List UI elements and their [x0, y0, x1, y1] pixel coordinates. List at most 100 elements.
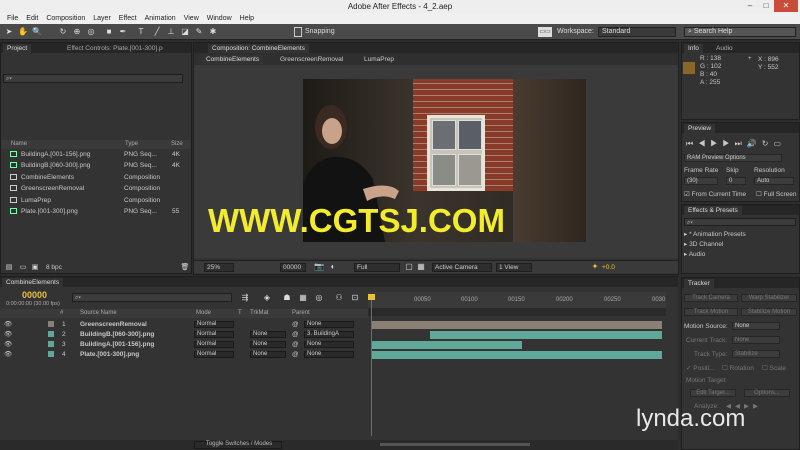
exposure-icon[interactable]: ✦ — [590, 262, 600, 272]
minimize-icon[interactable]: – — [742, 0, 758, 12]
snapshot-icon[interactable]: 📷 — [314, 262, 324, 272]
tab-timeline-combineelements[interactable]: CombineElements — [2, 278, 64, 287]
current-track-dropdown[interactable]: None — [732, 336, 780, 344]
layer-source-name[interactable]: GreenscreenRemoval — [80, 321, 147, 328]
layer-track-bar[interactable] — [430, 331, 662, 339]
timeline-layer-row[interactable]: 👁 4 Plate.[001-300].png Normal None @ No… — [0, 350, 368, 359]
current-time-indicator[interactable] — [371, 296, 372, 436]
pan-behind-tool-icon[interactable]: ◎ — [86, 27, 96, 37]
column-size[interactable]: Size — [171, 141, 183, 147]
layer-label-color[interactable] — [48, 331, 54, 337]
stabilize-motion-button[interactable]: Stabilize Motion — [741, 308, 797, 316]
edit-target-button[interactable]: Edit Target... — [690, 389, 736, 397]
effects-search-input[interactable]: ⌕▾ — [684, 218, 796, 226]
full-screen-checkbox[interactable]: ☐ Full Screen — [756, 190, 797, 198]
skip-dropdown[interactable]: 0 — [726, 177, 746, 185]
composition-mini-flowchart-icon[interactable]: ⇶ — [240, 293, 250, 303]
brainstorm-icon[interactable]: ⚇ — [334, 293, 344, 303]
layer-track-bar[interactable] — [372, 341, 522, 349]
timeline-layer-row[interactable]: 👁 3 BuildingA.[001-156].png Normal None … — [0, 340, 368, 349]
draft-3d-icon[interactable]: ◈ — [262, 293, 272, 303]
interpret-footage-icon[interactable]: ▤ — [4, 263, 14, 273]
options-button[interactable]: Options... — [744, 389, 790, 397]
timeline-layer-row[interactable]: 👁 1 GreenscreenRemoval Normal @ None — [0, 320, 368, 329]
column-type[interactable]: Type — [125, 141, 138, 147]
layer-source-name[interactable]: BuildingB.[060-300].png — [80, 331, 154, 338]
menu-file[interactable]: File — [3, 13, 22, 24]
subtab-lumaprep[interactable]: LumaPrep — [360, 55, 398, 64]
subtab-greenscreenremoval[interactable]: GreenscreenRemoval — [276, 55, 347, 64]
effects-item[interactable]: ▸ Audio — [684, 250, 705, 258]
brush-tool-icon[interactable]: ╱ — [152, 27, 162, 37]
track-motion-button[interactable]: Track Motion — [684, 308, 738, 316]
column-mode[interactable]: Mode — [196, 310, 211, 316]
column-name[interactable]: Name — [11, 141, 27, 147]
project-item-name[interactable]: CombineElements — [21, 174, 74, 181]
project-search-input[interactable]: ⌕▾ — [3, 74, 183, 83]
effects-item[interactable]: ▸ * Animation Presets — [684, 230, 746, 238]
tab-project[interactable]: Project — [3, 44, 32, 53]
frame-rate-dropdown[interactable]: (30) — [684, 177, 718, 185]
time-indicator-head[interactable] — [368, 294, 375, 300]
rectangle-tool-icon[interactable]: ■ — [104, 27, 114, 37]
tab-composition[interactable]: Composition: CombineElements — [208, 44, 309, 53]
layer-parent-dropdown[interactable]: 3. BuildingA — [304, 331, 354, 338]
timeline-layer-row[interactable]: 👁 2 BuildingB.[060-300].png Normal None … — [0, 330, 368, 339]
motion-blur-icon[interactable]: ◎ — [314, 293, 324, 303]
layer-source-name[interactable]: BuildingA.[001-156].png — [80, 341, 154, 348]
pick-whip-icon[interactable]: @ — [292, 351, 299, 358]
menu-composition[interactable]: Composition — [42, 13, 89, 24]
layer-parent-dropdown[interactable]: None — [304, 321, 354, 328]
layer-mode-dropdown[interactable]: Normal — [194, 341, 234, 348]
menu-view[interactable]: View — [180, 13, 203, 24]
position-checkbox[interactable]: ✓ Positi... — [686, 364, 715, 372]
scale-checkbox[interactable]: ☐ Scale — [762, 364, 786, 372]
tab-effect-controls[interactable]: Effect Controls: Plate.[001-300].p — [63, 44, 167, 53]
layer-trkmat-dropdown[interactable]: None — [250, 351, 286, 358]
roto-brush-icon[interactable]: ✎ — [194, 27, 204, 37]
project-item-name[interactable]: BuildingB.[060-300].png — [21, 162, 90, 169]
subtab-combineelements[interactable]: CombineElements — [202, 55, 264, 64]
layer-parent-dropdown[interactable]: None — [304, 341, 354, 348]
rotation-checkbox[interactable]: ☐ Rotation — [722, 364, 754, 372]
visibility-eye-icon[interactable]: 👁 — [4, 331, 12, 338]
show-channel-icon[interactable]: ◐ — [328, 262, 338, 272]
pick-whip-icon[interactable]: @ — [292, 321, 299, 328]
menu-edit[interactable]: Edit — [22, 13, 42, 24]
frame-blending-icon[interactable]: ▦ — [298, 293, 308, 303]
layer-parent-dropdown[interactable]: None — [304, 351, 354, 358]
snapping-checkbox[interactable] — [294, 27, 302, 37]
close-icon[interactable]: ✕ — [774, 0, 798, 12]
menu-animation[interactable]: Animation — [141, 13, 180, 24]
ram-preview-options-dropdown[interactable]: RAM Preview Options — [684, 154, 782, 162]
track-type-dropdown[interactable]: Stabilize — [732, 350, 780, 358]
puppet-tool-icon[interactable]: ✱ — [208, 27, 218, 37]
toggle-switches-modes-button[interactable]: Toggle Switches / Modes — [194, 441, 282, 449]
project-item-name[interactable]: LumaPrep — [21, 197, 51, 204]
layer-mode-dropdown[interactable]: Normal — [194, 331, 234, 338]
hide-shy-layers-icon[interactable]: ☗ — [282, 293, 292, 303]
project-item-name[interactable]: Plate.[001-300].png — [21, 208, 78, 215]
layer-track-bar[interactable] — [372, 321, 662, 329]
view-layout-dropdown[interactable]: 1 View — [496, 263, 532, 272]
zoom-tool-icon[interactable]: 🔍 — [32, 27, 42, 37]
transparency-grid-icon[interactable]: ▦ — [416, 262, 426, 272]
visibility-eye-icon[interactable]: 👁 — [4, 341, 12, 348]
layer-trkmat-dropdown[interactable]: None — [250, 331, 286, 338]
column-source-name[interactable]: Source Name — [80, 310, 117, 316]
workspace-icon[interactable]: ▭▭ — [538, 27, 552, 37]
motion-source-dropdown[interactable]: None — [732, 322, 780, 330]
resolution-dropdown[interactable]: Full — [354, 263, 400, 272]
rotate-tool-icon[interactable]: ↻ — [58, 27, 68, 37]
menu-window[interactable]: Window — [203, 13, 236, 24]
track-camera-button[interactable]: Track Camera — [684, 294, 738, 302]
layer-mode-dropdown[interactable]: Normal — [194, 351, 234, 358]
visibility-eye-icon[interactable]: 👁 — [4, 351, 12, 358]
pen-tool-icon[interactable]: ✒ — [118, 27, 128, 37]
region-of-interest-icon[interactable]: ▢ — [404, 262, 414, 272]
magnification-dropdown[interactable]: 25% — [204, 263, 234, 272]
layer-label-color[interactable] — [48, 341, 54, 347]
from-current-time-checkbox[interactable]: ☑ From Current Time — [684, 190, 746, 198]
project-item-name[interactable]: BuildingA.[001-156].png — [21, 151, 90, 158]
exposure-value[interactable]: +0.0 — [602, 264, 615, 271]
